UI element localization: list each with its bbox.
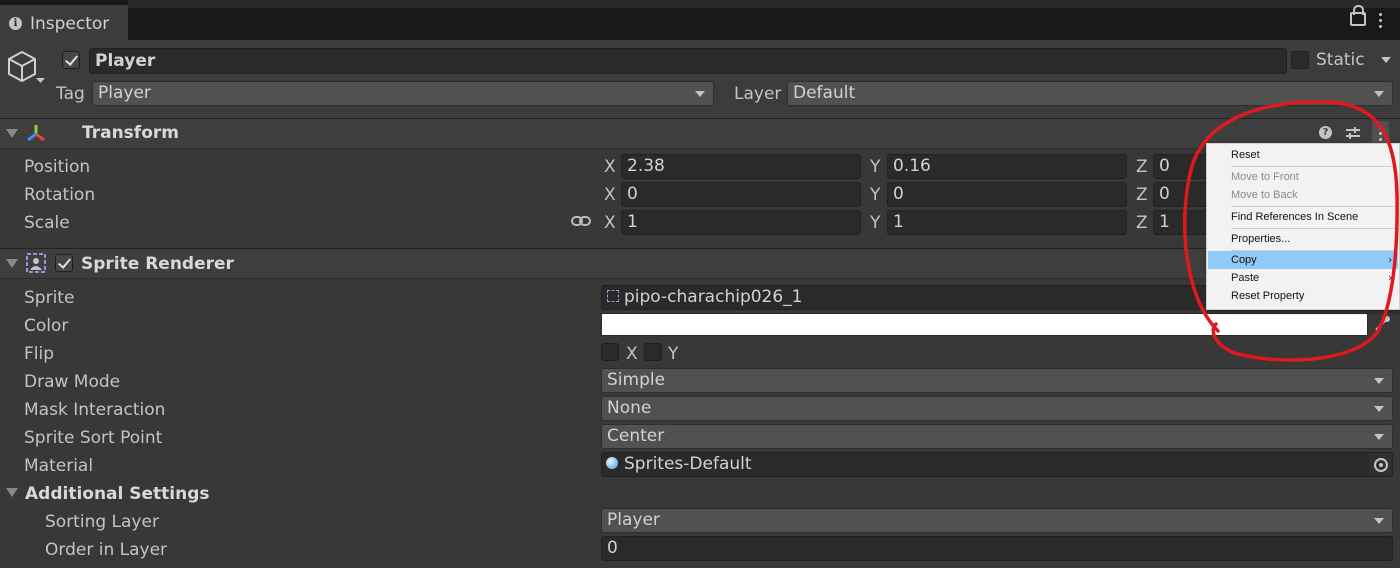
position-x-field[interactable]: 2.38: [621, 154, 861, 179]
rotation-x-field[interactable]: 0: [621, 182, 861, 207]
transform-icon: [27, 125, 45, 142]
scale-label: Scale: [24, 213, 70, 233]
draw-mode-dropdown[interactable]: Simple: [601, 368, 1393, 393]
flip-label: Flip: [24, 344, 55, 364]
flip-x-checkbox[interactable]: [601, 343, 619, 361]
material-label: Material: [24, 456, 94, 476]
mask-interaction-label: Mask Interaction: [24, 400, 166, 420]
red-annotation-circle: [1183, 100, 1399, 362]
scale-x-label[interactable]: X: [604, 213, 616, 233]
rotation-y-field[interactable]: 0: [887, 182, 1127, 207]
mask-interaction-value: None: [607, 398, 652, 418]
position-x-label[interactable]: X: [604, 157, 616, 177]
sprite-renderer-title: Sprite Renderer: [81, 254, 234, 274]
constrain-proportions-link-icon[interactable]: [571, 214, 591, 228]
tag-value: Player: [98, 83, 151, 103]
chevron-down-icon: [1374, 406, 1384, 412]
static-checkbox[interactable]: [1291, 51, 1309, 69]
foldout-arrow-icon[interactable]: [6, 488, 18, 497]
scale-y-label[interactable]: Y: [870, 213, 880, 233]
mask-interaction-dropdown[interactable]: None: [601, 396, 1393, 421]
material-icon: [606, 457, 618, 469]
flip-y-checkbox[interactable]: [644, 343, 662, 361]
sprite-asset-icon: [607, 290, 619, 302]
order-in-layer-field[interactable]: 0: [601, 536, 1393, 561]
sprite-label: Sprite: [24, 288, 75, 308]
draw-mode-value: Simple: [607, 370, 666, 390]
material-field[interactable]: Sprites-Default: [601, 452, 1393, 477]
tab-label: Inspector: [30, 14, 110, 34]
sprite-renderer-enabled-checkbox[interactable]: [55, 254, 73, 272]
flip-x-label: X: [626, 344, 638, 364]
order-in-layer-label: Order in Layer: [45, 540, 168, 560]
object-name-field[interactable]: Player: [89, 48, 1287, 74]
static-dropdown-icon[interactable]: [1381, 57, 1391, 63]
info-icon: i: [9, 17, 22, 30]
active-checkbox[interactable]: [62, 51, 80, 69]
sorting-layer-dropdown[interactable]: Player: [601, 508, 1393, 533]
sprite-sort-point-dropdown[interactable]: Center: [601, 424, 1393, 449]
chevron-down-icon: [695, 91, 705, 97]
sprite-renderer-icon: [26, 253, 46, 273]
color-label: Color: [24, 316, 69, 336]
object-picker-button[interactable]: [1369, 453, 1392, 476]
rotation-label: Rotation: [24, 185, 96, 205]
layer-value: Default: [793, 83, 856, 103]
position-y-field[interactable]: 0.16: [887, 154, 1127, 179]
sorting-layer-label: Sorting Layer: [45, 512, 159, 532]
chevron-down-icon: [1374, 518, 1384, 524]
gameobject-cube-icon[interactable]: [6, 50, 46, 88]
additional-settings-label[interactable]: Additional Settings: [25, 484, 210, 504]
lock-icon[interactable]: [1350, 5, 1366, 26]
sprite-sort-point-label: Sprite Sort Point: [24, 428, 163, 448]
tab-bar: [0, 0, 1400, 40]
sprite-sort-point-value: Center: [607, 426, 665, 446]
tag-dropdown[interactable]: Player: [92, 81, 714, 106]
position-y-label[interactable]: Y: [870, 157, 880, 177]
static-label: Static: [1316, 50, 1365, 70]
scale-y-field[interactable]: 1: [887, 210, 1127, 235]
position-label: Position: [24, 157, 91, 177]
scale-z-label[interactable]: Z: [1136, 213, 1148, 233]
rotation-z-label[interactable]: Z: [1136, 185, 1148, 205]
scale-x-field[interactable]: 1: [621, 210, 861, 235]
foldout-arrow-icon[interactable]: [6, 259, 18, 268]
chevron-down-icon: [1374, 378, 1384, 384]
position-z-label[interactable]: Z: [1136, 157, 1148, 177]
rotation-x-label[interactable]: X: [604, 185, 616, 205]
rotation-y-label[interactable]: Y: [870, 185, 880, 205]
transform-title: Transform: [82, 123, 179, 143]
layer-label: Layer: [734, 84, 782, 104]
chevron-down-icon: [1374, 434, 1384, 440]
sorting-layer-value: Player: [607, 510, 660, 530]
tag-label: Tag: [56, 84, 85, 104]
more-menu-icon[interactable]: [1379, 13, 1383, 31]
foldout-arrow-icon[interactable]: [6, 129, 18, 138]
draw-mode-label: Draw Mode: [24, 372, 121, 392]
flip-y-label: Y: [668, 344, 679, 364]
tab-inspector[interactable]: i Inspector: [0, 5, 128, 42]
